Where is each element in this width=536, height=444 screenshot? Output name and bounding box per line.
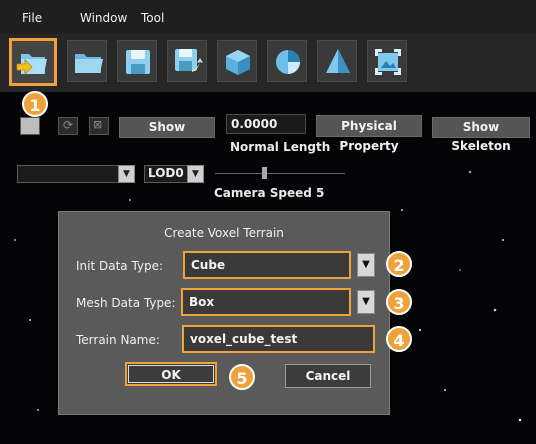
callout-5: 5 — [229, 364, 255, 390]
cancel-button[interactable]: Cancel — [285, 364, 371, 388]
ok-button[interactable]: OK — [125, 362, 217, 386]
lod-dropdown[interactable]: LOD0 ▼ — [144, 165, 204, 183]
toolbar — [0, 34, 536, 92]
open-import-button[interactable] — [9, 38, 57, 86]
chevron-down-icon[interactable]: ▼ — [357, 290, 375, 314]
normal-length-input[interactable]: 0.0000 — [226, 114, 306, 134]
lod-value: LOD0 — [148, 166, 184, 180]
save-icon — [126, 50, 150, 74]
callout-3: 3 — [386, 289, 412, 315]
mesh-data-type-select[interactable]: Box — [181, 288, 351, 316]
selection-dropdown[interactable]: ▼ — [17, 165, 135, 183]
show-skeleton-button[interactable]: Show Skeleton — [432, 117, 530, 153]
save-as-icon — [175, 49, 203, 72]
camera-speed-label: Camera Speed 5 — [214, 186, 325, 200]
grid-icon[interactable]: ⊠ — [89, 117, 109, 135]
normal-length-label: Normal Length — [230, 140, 331, 154]
chevron-down-icon: ▼ — [187, 165, 204, 183]
init-data-type-select[interactable]: Cube — [183, 251, 351, 279]
open-folder-button[interactable] — [67, 40, 107, 82]
image-frame-icon — [375, 49, 401, 75]
capture-image-button[interactable] — [367, 40, 407, 82]
callout-1: 1 — [22, 91, 48, 117]
init-data-type-label: Init Data Type: — [76, 259, 164, 273]
menu-file[interactable]: File — [22, 11, 42, 25]
menu-tool[interactable]: Tool — [141, 11, 164, 25]
mesh-data-type-label: Mesh Data Type: — [76, 296, 176, 310]
refresh-icon[interactable]: ⟳ — [58, 117, 78, 135]
save-button[interactable] — [117, 40, 157, 82]
create-voxel-terrain-dialog: Create Voxel Terrain Init Data Type: Cub… — [58, 211, 390, 415]
terrain-name-label: Terrain Name: — [76, 333, 160, 347]
physical-property-button[interactable]: Physical Property — [316, 115, 422, 153]
chevron-down-icon[interactable]: ▼ — [357, 253, 375, 277]
camera-speed-slider-track[interactable] — [215, 173, 345, 174]
pyramid-icon — [326, 49, 350, 73]
create-cube-button[interactable] — [217, 40, 257, 82]
create-sphere-button[interactable] — [267, 40, 307, 82]
chevron-down-icon: ▼ — [118, 165, 135, 183]
lamp-icon[interactable] — [20, 117, 40, 135]
cube-icon — [226, 50, 250, 75]
show-button[interactable]: Show — [119, 117, 215, 138]
folder-icon — [75, 54, 103, 73]
callout-2: 2 — [386, 251, 412, 277]
callout-4: 4 — [386, 326, 412, 352]
camera-speed-slider-handle[interactable] — [262, 167, 267, 179]
create-pyramid-button[interactable] — [317, 40, 357, 82]
menu-window[interactable]: Window — [80, 11, 127, 25]
terrain-name-input[interactable]: voxel_cube_test — [182, 325, 375, 353]
dialog-title: Create Voxel Terrain — [164, 226, 284, 240]
save-as-button[interactable] — [167, 40, 207, 82]
pie-shape-icon — [276, 50, 300, 74]
open-folder-import-icon — [16, 54, 47, 75]
menu-bar: File Window Tool — [0, 0, 536, 34]
